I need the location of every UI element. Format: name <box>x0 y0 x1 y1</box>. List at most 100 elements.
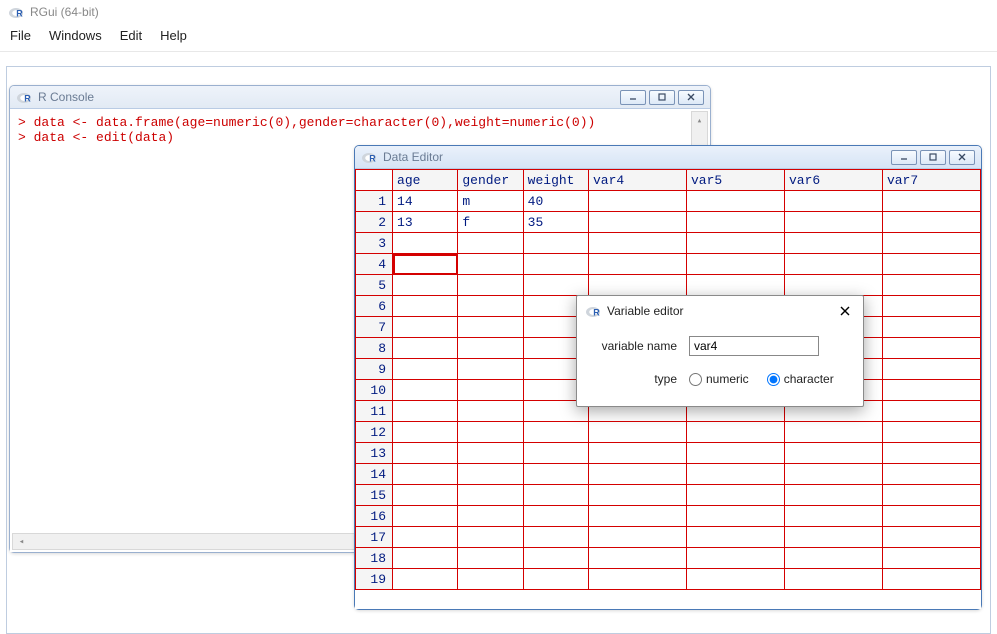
grid-cell[interactable] <box>784 569 882 590</box>
grid-cell[interactable] <box>458 506 523 527</box>
grid-cell[interactable]: m <box>458 191 523 212</box>
grid-cell[interactable]: 40 <box>523 191 588 212</box>
grid-cell[interactable] <box>686 254 784 275</box>
column-header[interactable]: var6 <box>784 170 882 191</box>
grid-cell[interactable] <box>589 275 687 296</box>
grid-cell[interactable] <box>589 212 687 233</box>
editor-titlebar[interactable]: R Data Editor <box>355 146 981 169</box>
column-header[interactable]: gender <box>458 170 523 191</box>
grid-cell[interactable] <box>589 485 687 506</box>
grid-cell[interactable] <box>523 233 588 254</box>
grid-cell[interactable] <box>882 296 980 317</box>
grid-cell[interactable] <box>882 191 980 212</box>
grid-cell[interactable] <box>458 548 523 569</box>
row-number[interactable]: 7 <box>356 317 393 338</box>
grid-cell[interactable] <box>393 443 458 464</box>
grid-cell[interactable]: 14 <box>393 191 458 212</box>
grid-cell[interactable] <box>784 506 882 527</box>
menu-windows[interactable]: Windows <box>49 28 102 43</box>
grid-cell[interactable] <box>784 464 882 485</box>
grid-cell[interactable] <box>882 401 980 422</box>
row-number[interactable]: 2 <box>356 212 393 233</box>
grid-cell[interactable]: 13 <box>393 212 458 233</box>
grid-cell[interactable] <box>393 506 458 527</box>
grid-cell[interactable] <box>458 464 523 485</box>
grid-cell[interactable] <box>589 548 687 569</box>
grid-cell[interactable] <box>686 464 784 485</box>
grid-cell[interactable] <box>393 317 458 338</box>
grid-cell[interactable] <box>784 191 882 212</box>
menu-help[interactable]: Help <box>160 28 187 43</box>
grid-cell[interactable] <box>523 506 588 527</box>
grid-cell[interactable] <box>784 212 882 233</box>
grid-cell[interactable] <box>393 464 458 485</box>
row-number[interactable]: 1 <box>356 191 393 212</box>
row-number[interactable]: 12 <box>356 422 393 443</box>
menu-edit[interactable]: Edit <box>120 28 142 43</box>
grid-cell[interactable] <box>882 380 980 401</box>
grid-cell[interactable] <box>523 548 588 569</box>
grid-cell[interactable] <box>458 275 523 296</box>
row-number[interactable]: 14 <box>356 464 393 485</box>
grid-cell[interactable] <box>393 380 458 401</box>
grid-cell[interactable] <box>393 359 458 380</box>
grid-cell[interactable] <box>393 485 458 506</box>
grid-cell[interactable] <box>393 275 458 296</box>
grid-cell[interactable] <box>458 401 523 422</box>
grid-cell[interactable] <box>686 212 784 233</box>
grid-cell[interactable] <box>393 422 458 443</box>
row-number[interactable]: 8 <box>356 338 393 359</box>
row-number[interactable]: 6 <box>356 296 393 317</box>
dialog-close-button[interactable] <box>835 302 855 320</box>
grid-cell[interactable] <box>882 548 980 569</box>
grid-cell[interactable] <box>882 212 980 233</box>
grid-cell[interactable] <box>458 296 523 317</box>
grid-cell[interactable] <box>686 191 784 212</box>
grid-cell[interactable] <box>686 275 784 296</box>
grid-cell[interactable] <box>589 464 687 485</box>
grid-cell[interactable] <box>589 506 687 527</box>
row-number[interactable]: 10 <box>356 380 393 401</box>
grid-cell[interactable] <box>686 443 784 464</box>
grid-cell[interactable] <box>393 569 458 590</box>
grid-cell[interactable] <box>882 317 980 338</box>
grid-cell[interactable] <box>686 422 784 443</box>
grid-cell[interactable] <box>523 443 588 464</box>
grid-cell[interactable] <box>784 485 882 506</box>
type-character-radio[interactable] <box>767 373 780 386</box>
grid-cell[interactable] <box>589 527 687 548</box>
grid-cell[interactable] <box>589 443 687 464</box>
grid-cell[interactable]: f <box>458 212 523 233</box>
grid-cell[interactable] <box>589 422 687 443</box>
maximize-button[interactable] <box>649 90 675 105</box>
grid-cell[interactable] <box>882 443 980 464</box>
grid-cell[interactable] <box>393 254 458 275</box>
grid-cell[interactable] <box>523 275 588 296</box>
row-number[interactable]: 18 <box>356 548 393 569</box>
grid-cell[interactable] <box>784 527 882 548</box>
grid-cell[interactable] <box>589 233 687 254</box>
grid-cell[interactable] <box>523 485 588 506</box>
grid-cell[interactable] <box>686 527 784 548</box>
grid-cell[interactable] <box>458 443 523 464</box>
grid-cell[interactable] <box>686 233 784 254</box>
grid-cell[interactable]: 35 <box>523 212 588 233</box>
grid-cell[interactable] <box>458 527 523 548</box>
grid-cell[interactable] <box>458 317 523 338</box>
grid-cell[interactable] <box>393 527 458 548</box>
grid-cell[interactable] <box>882 569 980 590</box>
grid-cell[interactable] <box>784 422 882 443</box>
row-number[interactable]: 11 <box>356 401 393 422</box>
row-number[interactable]: 13 <box>356 443 393 464</box>
menu-file[interactable]: File <box>10 28 31 43</box>
grid-cell[interactable] <box>589 569 687 590</box>
type-numeric-option[interactable]: numeric <box>689 372 749 386</box>
grid-cell[interactable] <box>458 569 523 590</box>
close-button[interactable] <box>949 150 975 165</box>
grid-cell[interactable] <box>458 233 523 254</box>
row-number[interactable]: 5 <box>356 275 393 296</box>
grid-cell[interactable] <box>458 422 523 443</box>
type-character-option[interactable]: character <box>767 372 834 386</box>
type-numeric-radio[interactable] <box>689 373 702 386</box>
grid-cell[interactable] <box>882 464 980 485</box>
